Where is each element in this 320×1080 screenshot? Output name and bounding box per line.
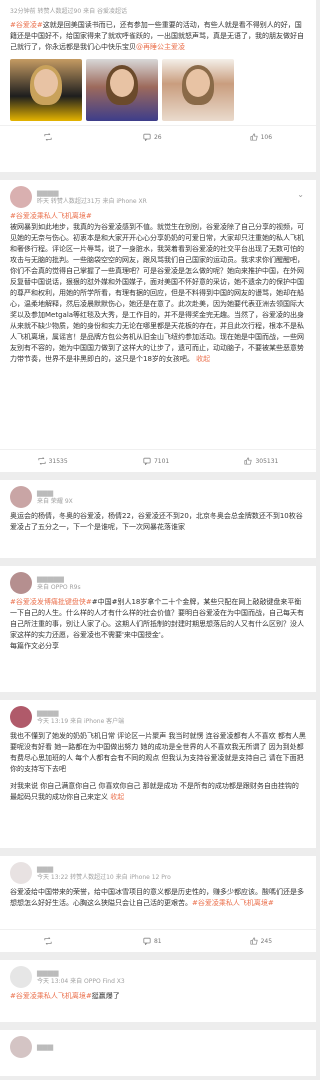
weibo-feed: 32分钟前 转赞人数超过90 来自 谷爱凌超话 #谷爱凌#这就是回美国读书而已，…	[0, 0, 316, 1076]
avatar[interactable]	[10, 966, 32, 988]
repost-count: 31535	[48, 457, 68, 465]
post-header: ▆▆▆	[10, 1036, 306, 1058]
avatar[interactable]	[10, 486, 32, 508]
comment-button[interactable]: 7101	[143, 457, 169, 465]
username[interactable]: ▆▆▆▆	[37, 709, 124, 718]
post-text: 被网暴到如此地步，我真的为谷爱凌感到不值。就觉生在别别，谷爱凌除了自己分享的视频…	[10, 223, 305, 363]
comment-icon	[143, 937, 151, 945]
post-actions: 26 106	[0, 125, 316, 148]
username[interactable]: ▆▆▆▆	[37, 969, 125, 978]
post-header: ▆▆▆▆ 今天 13:19 来自 iPhone 客户端	[10, 706, 306, 728]
post-hashtag[interactable]: #谷爱凌乘私人飞机离境#	[10, 992, 92, 1000]
username[interactable]: ▆▆▆▆▆	[37, 575, 81, 584]
post-body: #谷爱凌乘私人飞机离境#挺赢爆了	[10, 991, 306, 1002]
post-meta: 32分钟前 转赞人数超过90 来自 谷爱凌超话	[10, 8, 127, 15]
comment-button[interactable]: 26	[143, 133, 162, 141]
post-card: ▆▆▆▆ 今天 13:19 来自 iPhone 客户端 我也不懂到了她发的奶奶飞…	[0, 700, 316, 848]
post-actions: 81 245	[0, 929, 316, 952]
post-header: ▆▆▆ 今天 13:22 转赞人数超过10 来自 iPhone 12 Pro	[10, 862, 306, 884]
collapse-link[interactable]: 收起	[110, 793, 124, 801]
like-button[interactable]: 245	[250, 937, 272, 945]
post-meta: 今天 13:04 来自 OPPO Find X3	[37, 977, 125, 985]
post-header: ▆▆▆▆ 今天 13:04 来自 OPPO Find X3	[10, 966, 306, 988]
thumbs-up-icon	[250, 937, 258, 945]
post-hashtag[interactable]: #谷爱凌#	[10, 21, 43, 29]
comment-count: 7101	[153, 457, 170, 465]
post-body: #谷爱凌#这就是回美国读书而已，还有参加一些重要的活动，有些人就是看不得别人的好…	[10, 20, 306, 53]
avatar[interactable]	[10, 572, 32, 594]
post-body: 谷爱凌给中国带来的荣誉，给中国冰雪项目的意义都是历史性的，赚多少都应该。酸嗎们还…	[10, 887, 306, 909]
avatar[interactable]	[10, 1036, 32, 1058]
post-card: ▆▆▆	[0, 1030, 316, 1076]
post-card: 32分钟前 转赞人数超过90 来自 谷爱凌超话 #谷爱凌#这就是回美国读书而已，…	[0, 0, 316, 172]
post-meta: 今天 13:22 转赞人数超过10 来自 iPhone 12 Pro	[37, 873, 171, 881]
post-body: 我也不懂到了她发的奶奶飞机日常 评论区一片聚声 我当时就愣 连谷爱凌都有人不喜欢…	[10, 731, 306, 803]
comment-icon	[143, 457, 151, 465]
post-mention[interactable]: @再睡公主爱凌	[136, 43, 185, 51]
chevron-down-icon[interactable]: ⌄	[297, 190, 304, 199]
like-count: 305131	[255, 457, 279, 465]
repost-button[interactable]: 31535	[38, 457, 68, 465]
post-meta: 今天 13:19 来自 iPhone 客户端	[37, 717, 125, 725]
comment-count: 81	[153, 937, 162, 945]
post-card: ▆▆▆▆▆ 来自 OPPO R9s #谷爱凌发博痛批键盘侠##中国#别人18岁拿…	[0, 566, 316, 692]
post-header: ▆▆▆▆ 昨天 转赞人数超过31万 来自 iPhone XR	[10, 186, 306, 208]
collapse-link[interactable]: 收起	[196, 355, 210, 363]
post-text-extra: 对我来说 你自己满意你自己 你喜欢你自己 那就是成功 不是所有的成功都是跟财务自…	[10, 782, 299, 801]
post-text: 挺赢爆了	[91, 992, 120, 1000]
like-count: 245	[260, 937, 273, 945]
repost-icon	[44, 133, 52, 141]
post-card: ▆▆▆▆ 昨天 转赞人数超过31万 来自 iPhone XR ⌄ #谷爱凌乘私人…	[0, 180, 316, 472]
username[interactable]: ▆▆▆	[37, 489, 73, 498]
avatar[interactable]	[10, 186, 32, 208]
post-text: 我也不懂到了她发的奶奶飞机日常 评论区一片聚声 我当时就愣 连谷爱凌都有人不喜欢…	[10, 732, 306, 773]
post-hashtag[interactable]: #谷爱凌乘私人飞机离境#	[10, 211, 306, 222]
post-photos	[10, 59, 306, 121]
post-header: ▆▆▆ 来自 荣耀 9X	[10, 486, 306, 508]
post-actions: 31535 7101 305131	[0, 449, 316, 472]
post-hashtag[interactable]: #谷爱凌发博痛批键盘侠#	[10, 598, 92, 606]
post-body: 奥运会的杨倩，冬奥的谷爱凌，杨倩22，谷爱凌还不到20，北京冬奥会总金牌数还不到…	[10, 511, 306, 533]
like-button[interactable]: 305131	[244, 457, 278, 465]
post-card: ▆▆▆ 今天 13:22 转赞人数超过10 来自 iPhone 12 Pro 谷…	[0, 856, 316, 952]
repost-button[interactable]	[44, 133, 55, 141]
post-meta: 昨天 转赞人数超过31万 来自 iPhone XR	[37, 197, 147, 205]
thumbs-up-icon	[244, 457, 253, 465]
like-count: 106	[260, 133, 273, 141]
post-photo[interactable]	[162, 59, 234, 121]
comment-icon	[143, 133, 151, 141]
post-header: ▆▆▆▆▆ 来自 OPPO R9s	[10, 572, 306, 594]
repost-icon	[44, 937, 52, 945]
repost-button[interactable]	[44, 937, 55, 945]
username[interactable]: ▆▆▆	[37, 1043, 53, 1052]
repost-icon	[38, 457, 46, 465]
post-footer: 每篇作文必分享	[10, 642, 59, 650]
post-meta: 来自 荣耀 9X	[37, 497, 73, 505]
post-text: 奥运会的杨倩，冬奥的谷爱凌，杨倩22，谷爱凌还不到20，北京冬奥会总金牌数还不到…	[10, 512, 303, 531]
comment-button[interactable]: 81	[143, 937, 162, 945]
comment-count: 26	[153, 133, 162, 141]
thumbs-up-icon	[250, 133, 258, 141]
avatar[interactable]	[10, 862, 32, 884]
post-body: #谷爱凌发博痛批键盘侠##中国#别人18岁拿个二十个金牌，某些只配在网上敲敲键盘…	[10, 597, 306, 652]
username[interactable]: ▆▆▆	[37, 865, 171, 874]
post-photo[interactable]	[86, 59, 158, 121]
post-card: ▆▆▆▆ 今天 13:04 来自 OPPO Find X3 #谷爱凌乘私人飞机离…	[0, 960, 316, 1022]
username[interactable]: ▆▆▆▆	[37, 189, 147, 198]
post-hashtag[interactable]: #谷爱凌乘私人飞机离境#	[192, 899, 274, 907]
like-button[interactable]: 106	[250, 133, 272, 141]
post-meta: 来自 OPPO R9s	[37, 583, 81, 591]
post-card: ▆▆▆ 来自 荣耀 9X 奥运会的杨倩，冬奥的谷爱凌，杨倩22，谷爱凌还不到20…	[0, 480, 316, 558]
avatar[interactable]	[10, 706, 32, 728]
post-photo[interactable]	[10, 59, 82, 121]
post-body: #谷爱凌乘私人飞机离境# 被网暴到如此地步，我真的为谷爱凌感到不值。就觉生在别别…	[10, 211, 306, 365]
